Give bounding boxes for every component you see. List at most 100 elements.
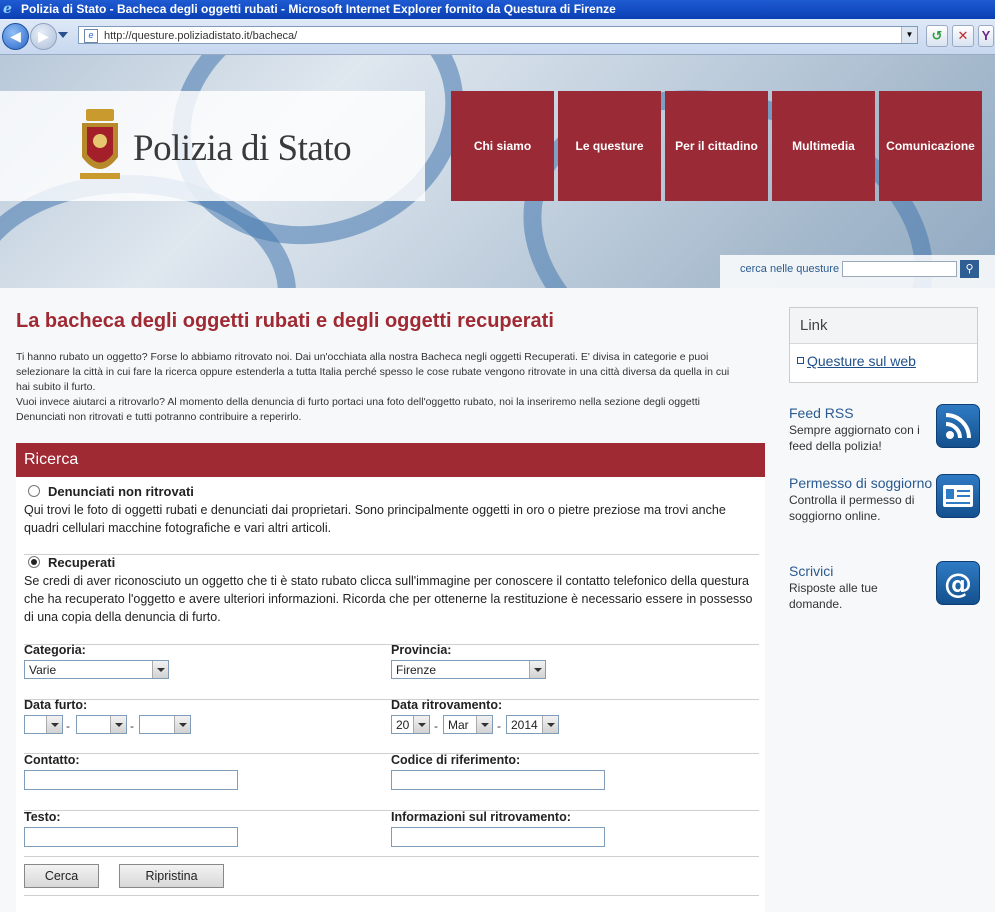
site-search-button[interactable]: ⚲ (960, 260, 979, 278)
chevron-down-icon (152, 661, 168, 678)
provincia-select[interactable]: Firenze (391, 660, 546, 679)
data-furto-month-select[interactable] (76, 715, 127, 734)
data-furto-day-select[interactable] (24, 715, 63, 734)
site-logo-text: Polizia di Stato (133, 128, 352, 169)
internet-explorer-icon: e (3, 1, 12, 17)
police-crest-icon (80, 109, 120, 179)
stop-icon[interactable]: ✕ (952, 25, 974, 47)
chevron-down-icon (413, 716, 429, 733)
bullet-icon (797, 356, 804, 364)
menu-item-le-questure[interactable]: Le questure (558, 91, 661, 201)
testo-label: Testo: (24, 810, 61, 824)
menu-item-comunicazione[interactable]: Comunicazione (879, 91, 982, 201)
data-furto-label: Data furto: (24, 698, 88, 712)
chevron-down-icon (110, 716, 126, 733)
contatto-input[interactable] (24, 770, 238, 790)
provincia-value: Firenze (396, 663, 437, 677)
data-ritrovamento-day-select[interactable]: 20 (391, 715, 430, 734)
option-denunciati: Denunciati non ritrovati Qui trovi le fo… (24, 483, 759, 537)
address-bar[interactable]: e http://questure.poliziadistato.it/bach… (78, 26, 918, 44)
search-provider-icon[interactable]: Y (978, 25, 994, 47)
separator (24, 856, 759, 857)
svg-text:@: @ (944, 567, 972, 600)
radio-recuperati[interactable] (28, 556, 40, 568)
ricerca-title: Ricerca (24, 451, 79, 468)
intro-line: hai subito il furto. (16, 381, 96, 393)
option-recuperati-description: Se credi di aver riconosciuto un oggetto… (24, 574, 753, 624)
date-separator: - (497, 719, 501, 733)
intro-line: Denunciati non ritrovati e tutti potrann… (16, 411, 302, 423)
intro-line: selezionare la città in cui fare la rice… (16, 366, 730, 378)
sidebar-link-questure-label[interactable]: Questure sul web (807, 353, 916, 369)
radio-denunciati[interactable] (28, 485, 40, 497)
site-header-banner: Polizia di Stato Chi siamo Le questure P… (0, 55, 995, 288)
id-card-icon[interactable] (936, 474, 980, 518)
sidebar-link-box: Link Questure sul web (789, 307, 978, 383)
categoria-label: Categoria: (24, 643, 86, 657)
chevron-down-icon (476, 716, 492, 733)
sidebar-item-description: Controlla il permesso di soggiorno onlin… (789, 493, 915, 523)
page-icon: e (84, 29, 98, 43)
date-separator: - (434, 719, 438, 733)
refresh-icon[interactable]: ↺ (926, 25, 948, 47)
sidebar-item-scrivici[interactable]: Scrivici Risposte alle tue domande. (789, 562, 934, 612)
ripristina-button[interactable]: Ripristina (119, 864, 224, 888)
search-form: Denunciati non ritrovati Qui trovi le fo… (16, 477, 765, 912)
intro-line: Vuoi invece aiutarci a ritrovarlo? Al mo… (16, 396, 700, 408)
informazioni-ritrovamento-input[interactable] (391, 827, 605, 847)
sidebar-item-title[interactable]: Feed RSS (789, 404, 934, 422)
address-dropdown-icon[interactable]: ▼ (901, 27, 917, 43)
history-dropdown-icon[interactable] (58, 32, 68, 38)
rss-icon[interactable] (936, 404, 980, 448)
categoria-value: Varie (29, 663, 57, 677)
data-ritrovamento-month-select[interactable]: Mar (443, 715, 493, 734)
sidebar-item-feed-rss[interactable]: Feed RSS Sempre aggiornato con i feed de… (789, 404, 934, 454)
sidebar-link-header: Link (790, 308, 977, 344)
sidebar-item-description: Risposte alle tue domande. (789, 581, 878, 611)
sidebar-item-title[interactable]: Scrivici (789, 562, 934, 580)
data-ritrovamento-year-value: 2014 (511, 718, 538, 732)
sidebar-item-permesso-soggiorno[interactable]: Permesso di soggiorno Controlla il perme… (789, 474, 934, 524)
data-ritrovamento-month-value: Mar (448, 718, 469, 732)
option-denunciati-label[interactable]: Denunciati non ritrovati (48, 484, 194, 499)
back-button[interactable]: ◀ (2, 23, 29, 50)
data-ritrovamento-day-value: 20 (396, 718, 410, 732)
cerca-button[interactable]: Cerca (24, 864, 99, 888)
site-search: cerca nelle questure ⚲ (720, 255, 995, 288)
menu-item-chi-siamo[interactable]: Chi siamo (451, 91, 554, 201)
address-url: http://questure.poliziadistato.it/bachec… (104, 30, 298, 42)
data-furto-year-select[interactable] (139, 715, 191, 734)
site-search-label: cerca nelle questure (740, 263, 840, 275)
categoria-select[interactable]: Varie (24, 660, 169, 679)
option-denunciati-description: Qui trovi le foto di oggetti rubati e de… (24, 503, 726, 535)
data-ritrovamento-label: Data ritrovamento: (391, 698, 503, 712)
sidebar-link-questure[interactable]: Questure sul web (797, 353, 916, 369)
forward-button[interactable]: ▶ (30, 23, 57, 50)
testo-input[interactable] (24, 827, 238, 847)
option-recuperati-label[interactable]: Recuperati (48, 555, 115, 570)
intro-text: Ti hanno rubato un oggetto? Forse lo abb… (16, 350, 766, 425)
sidebar-item-title[interactable]: Permesso di soggiorno (789, 474, 934, 492)
browser-navigation-bar: ◀ ▶ e http://questure.poliziadistato.it/… (0, 19, 995, 55)
logo-panel[interactable]: Polizia di Stato (0, 91, 425, 201)
data-ritrovamento-year-select[interactable]: 2014 (506, 715, 559, 734)
date-separator: - (66, 719, 70, 733)
menu-item-per-il-cittadino[interactable]: Per il cittadino (665, 91, 768, 201)
chevron-down-icon (174, 716, 190, 733)
chevron-down-icon (46, 716, 62, 733)
menu-item-multimedia[interactable]: Multimedia (772, 91, 875, 201)
browser-title-bar: e Polizia di Stato - Bacheca degli oggett… (0, 0, 995, 19)
informazioni-ritrovamento-label: Informazioni sul ritrovamento: (391, 810, 571, 824)
codice-riferimento-label: Codice di riferimento: (391, 753, 521, 767)
email-at-icon[interactable]: @ (936, 561, 980, 605)
window-title: Polizia di Stato - Bacheca degli oggetti… (21, 2, 616, 16)
date-separator: - (130, 719, 134, 733)
intro-line: Ti hanno rubato un oggetto? Forse lo abb… (16, 351, 709, 363)
main-content: La bacheca degli oggetti rubati e degli … (0, 288, 995, 912)
page-title: La bacheca degli oggetti rubati e degli … (16, 310, 554, 332)
chevron-down-icon (542, 716, 558, 733)
sidebar-item-description: Sempre aggiornato con i feed della poliz… (789, 423, 920, 453)
site-search-input[interactable] (842, 261, 957, 277)
option-recuperati: Recuperati Se credi di aver riconosciuto… (24, 554, 759, 626)
codice-riferimento-input[interactable] (391, 770, 605, 790)
